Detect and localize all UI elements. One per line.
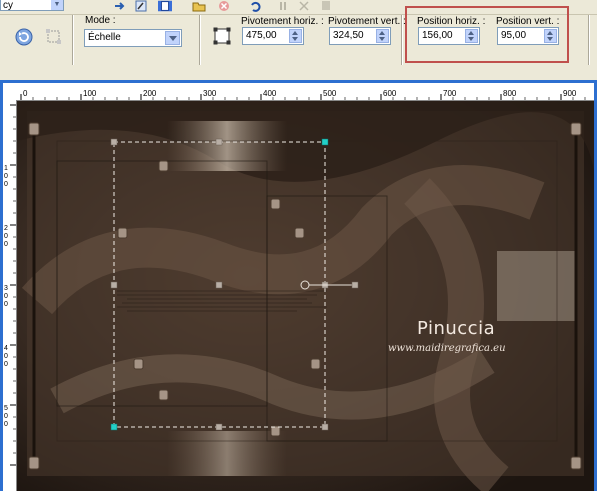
ruler-h-label: 600 [383, 89, 397, 98]
pivot-vert-value: 324,50 [333, 30, 364, 41]
pivot-vert-spinner[interactable] [376, 29, 389, 43]
ruler-ticks: 0 100 200 300 400 500 600 700 800 900 [20, 89, 586, 100]
preset-value: cy [3, 0, 13, 11]
edit-icon[interactable] [134, 0, 148, 12]
reset-icon[interactable] [14, 27, 34, 47]
separator [401, 15, 403, 65]
mode-dropdown[interactable]: Échelle [84, 29, 182, 47]
pivot-vert-label: Pivotement vert. : [328, 16, 406, 27]
document-icon[interactable] [158, 0, 172, 12]
separator [199, 15, 201, 65]
tool-options-bar: Mode : Échelle Pivotement horiz. : 475,0… [0, 6, 597, 79]
ruler-h-label: 300 [203, 89, 217, 98]
ruler-h-label: 500 [323, 89, 337, 98]
pause-icon[interactable] [276, 0, 290, 12]
annotation-highlight-box [405, 6, 569, 63]
arrow-right-icon[interactable] [113, 0, 127, 12]
undo-icon[interactable] [249, 0, 263, 12]
mode-label: Mode : [85, 15, 116, 26]
ruler-v-label: 5 0 0 [4, 405, 10, 428]
ruler-h-label: 700 [443, 89, 457, 98]
save-icon[interactable] [319, 0, 333, 12]
transform-icon[interactable] [45, 28, 63, 46]
image-canvas[interactable] [17, 101, 594, 491]
ruler-h-label: 400 [263, 89, 277, 98]
chevron-down-icon[interactable] [165, 31, 180, 45]
pivot-horiz-value: 475,00 [246, 30, 277, 41]
horizontal-ruler[interactable]: 0 100 200 300 400 500 600 700 800 900 [16, 88, 594, 101]
vertical-ruler[interactable]: 1 0 0 2 0 0 3 0 0 4 0 0 5 0 0 [3, 101, 17, 491]
preset-combo[interactable]: cy ▼ [0, 0, 64, 11]
pivot-horiz-field[interactable]: 475,00 [242, 27, 304, 45]
separator [588, 15, 590, 65]
separator [72, 15, 74, 65]
ruler-v-label: 2 0 0 [4, 225, 10, 248]
folder-icon[interactable] [192, 0, 206, 12]
pivot-horiz-spinner[interactable] [289, 29, 302, 43]
pivot-center-icon[interactable] [213, 27, 231, 45]
ruler-v-label: 3 0 0 [4, 285, 10, 308]
ruler-v-label: 4 0 0 [4, 345, 10, 368]
ruler-h-label: 200 [143, 89, 157, 98]
close-icon[interactable] [297, 0, 311, 12]
pivot-horiz-label: Pivotement horiz. : [241, 16, 324, 27]
cancel-icon[interactable] [217, 0, 231, 12]
pivot-vert-field[interactable]: 324,50 [329, 27, 391, 45]
ruler-v-label: 1 0 0 [4, 165, 10, 188]
ruler-h-label: 100 [83, 89, 97, 98]
chevron-down-icon[interactable]: ▼ [51, 0, 63, 10]
ruler-h-label: 800 [503, 89, 517, 98]
watermark-title: Pinuccia [417, 318, 496, 339]
ruler-h-label: 0 [23, 89, 28, 98]
watermark-url: www.maidiregrafica.eu [388, 343, 506, 354]
mode-value: Échelle [88, 32, 121, 43]
ruler-h-label: 900 [563, 89, 577, 98]
artwork-image [17, 101, 594, 491]
